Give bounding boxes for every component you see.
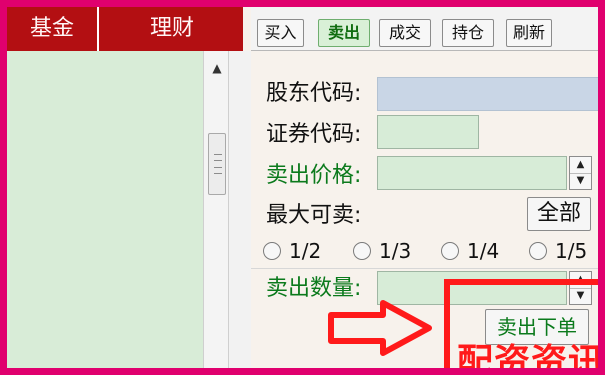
scroll-thumb[interactable]: [208, 133, 226, 195]
top-left-tabs: 基金 理财: [7, 7, 243, 52]
arrow-right-icon: [328, 300, 432, 356]
shareholder-code-input[interactable]: [378, 78, 598, 110]
trade-toolbar: 买入 卖出 成交 持仓 刷新: [251, 7, 598, 51]
radio-icon[interactable]: [529, 242, 547, 260]
refresh-button[interactable]: 刷新: [506, 19, 552, 47]
buy-button[interactable]: 买入: [257, 19, 304, 47]
down-icon[interactable]: ▼: [570, 173, 591, 189]
tab-fund[interactable]: 基金: [7, 7, 99, 51]
max-sellable-label: 最大可卖:: [266, 203, 362, 228]
trading-window: 基金 理财 买入 卖出 成交 持仓 刷新 ▲ 股东代码: 证券代码: 卖出价格:: [0, 0, 605, 375]
up-icon[interactable]: ▲: [570, 157, 591, 174]
sell-price-input[interactable]: [378, 157, 566, 189]
up-icon[interactable]: ▲: [570, 272, 591, 289]
left-panel-edge: [229, 51, 251, 368]
watermark-text: 配资资讯: [457, 342, 605, 375]
ratio-option-1-5[interactable]: 1/5: [529, 234, 587, 268]
position-button[interactable]: 持仓: [442, 19, 494, 47]
security-code-field[interactable]: [377, 115, 479, 149]
sell-button[interactable]: 卖出: [318, 19, 370, 47]
sell-quantity-stepper[interactable]: ▲ ▼: [569, 271, 592, 305]
ratio-option-1-3[interactable]: 1/3: [353, 234, 411, 268]
ratio-label-1-3: 1/3: [379, 239, 412, 263]
security-code-label: 证券代码:: [266, 122, 362, 147]
tab-wealth-management[interactable]: 理财: [101, 7, 243, 51]
ratio-option-1-2[interactable]: 1/2: [263, 234, 321, 268]
radio-icon[interactable]: [263, 242, 281, 260]
sell-price-label: 卖出价格:: [266, 163, 362, 188]
left-scrollbar[interactable]: ▲: [203, 51, 229, 368]
ratio-label-1-2: 1/2: [289, 239, 322, 263]
scroll-thumb-icon: [214, 154, 222, 174]
sell-price-field[interactable]: [377, 156, 567, 190]
chevron-up-icon[interactable]: ▲: [210, 61, 224, 75]
ratio-label-1-5: 1/5: [555, 239, 588, 263]
radio-icon[interactable]: [353, 242, 371, 260]
form-divider: [251, 268, 598, 269]
shareholder-code-field[interactable]: [377, 77, 598, 111]
down-icon[interactable]: ▼: [570, 288, 591, 304]
ratio-option-1-4[interactable]: 1/4: [441, 234, 499, 268]
quantity-ratio-options: 1/2 1/3 1/4 1/5: [263, 234, 598, 268]
left-panel: [7, 51, 204, 368]
deals-button[interactable]: 成交: [379, 19, 431, 47]
ratio-label-1-4: 1/4: [467, 239, 500, 263]
all-button[interactable]: 全部: [527, 197, 591, 231]
sell-price-stepper[interactable]: ▲ ▼: [569, 156, 592, 190]
security-code-input[interactable]: [378, 116, 478, 148]
radio-icon[interactable]: [441, 242, 459, 260]
shareholder-code-label: 股东代码:: [266, 81, 362, 106]
